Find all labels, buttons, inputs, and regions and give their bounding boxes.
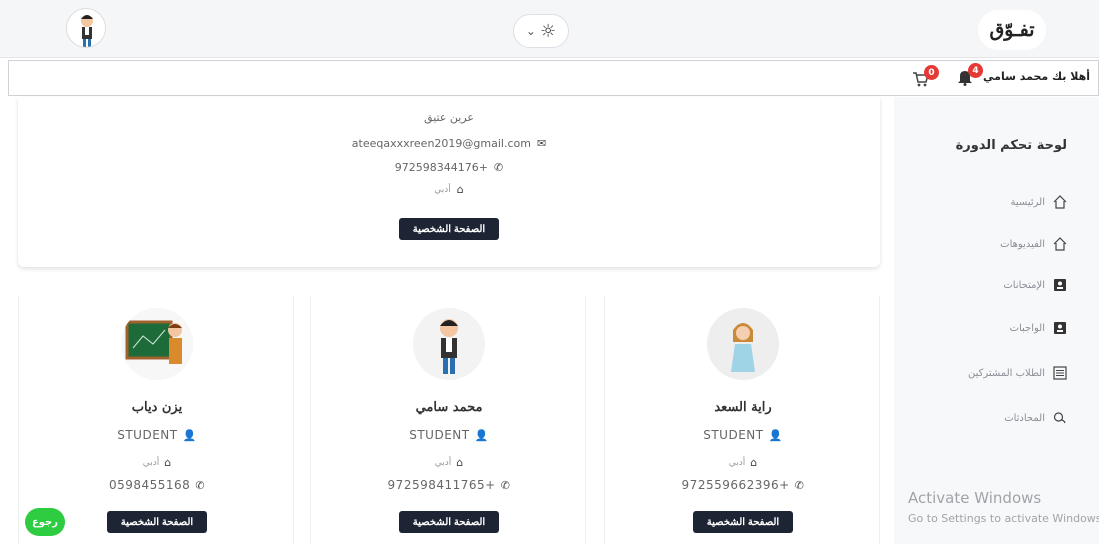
student-spec-row: أدبي ⌂ xyxy=(19,456,295,469)
activate-windows-subtitle: Go to Settings to activate Windows. xyxy=(908,512,1099,525)
phone-icon: ✆ xyxy=(195,478,206,492)
student-phone: 972598411765+ xyxy=(387,478,496,492)
student-profile-button[interactable]: الصفحة الشخصية xyxy=(692,511,794,533)
chat-icon xyxy=(1053,411,1067,425)
teacher-avatar-icon xyxy=(121,308,193,380)
sidebar-item-label: الفيديوهات xyxy=(1000,238,1045,250)
course-sidebar: لوحة تحكم الدورة الرئيسية الفيديوهات الإ… xyxy=(894,97,1099,544)
profile-spec: أدبي xyxy=(434,184,451,195)
student-role-row: STUDENT 👤 xyxy=(19,428,295,442)
student-phone-row: 972559662396+ ✆ xyxy=(605,478,881,492)
sidebar-item-videos[interactable]: الفيديوهات xyxy=(1000,237,1067,251)
student-phone: 0598455168 xyxy=(108,478,191,492)
student-spec-row: أدبي ⌂ xyxy=(311,456,587,469)
school-icon: ⌂ xyxy=(456,183,464,196)
student-profile-button[interactable]: الصفحة الشخصية xyxy=(398,511,500,533)
student-profile-button[interactable]: الصفحة الشخصية xyxy=(106,511,208,533)
sidebar-item-chats[interactable]: المحادثات xyxy=(1004,411,1067,425)
student-name: راية السعد xyxy=(714,400,772,415)
theme-toggle[interactable]: ⌄ ☼ xyxy=(513,14,569,48)
phone-icon: ✆ xyxy=(500,478,511,492)
student-avatar xyxy=(413,308,485,380)
user-icon: 👤 xyxy=(474,428,489,442)
student-avatar xyxy=(707,308,779,380)
student-spec: أدبي xyxy=(728,457,746,468)
profile-email-row: ateeqaxxxreen2019@gmail.com ✉ xyxy=(18,137,880,150)
back-button[interactable]: رجوع xyxy=(25,508,65,536)
sidebar-item-enrolled-students[interactable]: الطلاب المشتركين xyxy=(968,366,1067,380)
student-button-row: الصفحة الشخصية xyxy=(311,511,587,533)
student-role: STUDENT xyxy=(409,428,470,442)
chevron-down-icon: ⌄ xyxy=(525,24,536,38)
phone-icon: ✆ xyxy=(493,161,504,174)
sidebar-item-label: الطلاب المشتركين xyxy=(967,367,1045,379)
user-icon: 👤 xyxy=(768,428,783,442)
student-card: محمد سامي STUDENT 👤 أدبي ⌂ 972598411765+… xyxy=(310,296,586,544)
profile-button-row: الصفحة الشخصية xyxy=(18,218,880,240)
activate-windows-title: Activate Windows xyxy=(908,489,1042,507)
student-name: يزن دياب xyxy=(131,400,183,415)
cart-count-badge: 0 xyxy=(924,65,939,80)
student-role: STUDENT xyxy=(703,428,764,442)
student-spec: أدبي xyxy=(142,457,160,468)
student-spec-row: أدبي ⌂ xyxy=(605,456,881,469)
school-icon: ⌂ xyxy=(750,456,758,469)
sidebar-item-label: الإمتحانات xyxy=(1003,279,1045,291)
sidebar-item-label: الرئيسية xyxy=(1010,196,1045,208)
boy-avatar-icon xyxy=(81,15,93,47)
user-bar: 0 4 أهلا بك محمد سامي xyxy=(8,60,1099,96)
school-icon: ⌂ xyxy=(456,456,464,469)
notifications-count-badge: 4 xyxy=(968,63,983,78)
student-phone: 972559662396+ xyxy=(681,478,790,492)
greeting-text: أهلا بك محمد سامي xyxy=(983,70,1090,83)
user-icon: 👤 xyxy=(182,428,197,442)
student-role: STUDENT xyxy=(117,428,178,442)
sidebar-item-label: المحادثات xyxy=(1004,412,1045,424)
girl-avatar-icon xyxy=(707,308,779,380)
student-name: محمد سامي xyxy=(415,400,483,415)
top-bar: ⌄ ☼ تفـوّق xyxy=(0,0,1099,58)
list-icon xyxy=(1053,366,1067,380)
profile-card: عرين عتيق ateeqaxxxreen2019@gmail.com ✉ … xyxy=(18,97,880,267)
profile-phone-row: 972598344176+ ✆ xyxy=(18,161,880,174)
student-phone-row: 972598411765+ ✆ xyxy=(311,478,587,492)
home-icon xyxy=(1053,195,1067,209)
school-icon: ⌂ xyxy=(164,456,172,469)
profile-spec-row: أدبي ⌂ xyxy=(18,183,880,196)
profile-phone: 972598344176+ xyxy=(394,161,488,174)
student-role-row: STUDENT 👤 xyxy=(311,428,587,442)
boy-avatar-icon xyxy=(413,308,485,380)
student-spec: أدبي xyxy=(434,457,452,468)
student-avatar xyxy=(121,308,193,380)
sidebar-item-home[interactable]: الرئيسية xyxy=(1011,195,1067,209)
profile-page-button[interactable]: الصفحة الشخصية xyxy=(398,218,500,240)
student-card: راية السعد STUDENT 👤 أدبي ⌂ 972559662396… xyxy=(604,296,880,544)
home-icon xyxy=(1053,237,1067,251)
id-card-icon xyxy=(1053,321,1067,335)
student-role-row: STUDENT 👤 xyxy=(605,428,881,442)
student-phone-row: 0598455168 ✆ xyxy=(19,478,295,492)
sidebar-item-label: الواجبات xyxy=(1009,322,1045,334)
student-button-row: الصفحة الشخصية xyxy=(605,511,881,533)
profile-name: عرين عتيق xyxy=(424,111,474,124)
sun-icon: ☼ xyxy=(539,20,557,42)
sidebar-item-homework[interactable]: الواجبات xyxy=(1010,321,1067,335)
sidebar-item-exams[interactable]: الإمتحانات xyxy=(1003,278,1067,292)
student-card: يزن دياب STUDENT 👤 أدبي ⌂ 0598455168 ✆ ا… xyxy=(18,296,294,544)
user-avatar[interactable] xyxy=(66,8,106,48)
id-card-icon xyxy=(1053,278,1067,292)
sidebar-title: لوحة تحكم الدورة xyxy=(955,138,1067,153)
profile-email: ateeqaxxxreen2019@gmail.com xyxy=(351,137,531,150)
phone-icon: ✆ xyxy=(794,478,805,492)
cart-button[interactable]: 0 xyxy=(911,65,939,91)
envelope-icon: ✉ xyxy=(536,137,547,150)
notifications-button[interactable]: 4 xyxy=(955,63,983,89)
brand-logo[interactable]: تفـوّق xyxy=(978,10,1046,50)
